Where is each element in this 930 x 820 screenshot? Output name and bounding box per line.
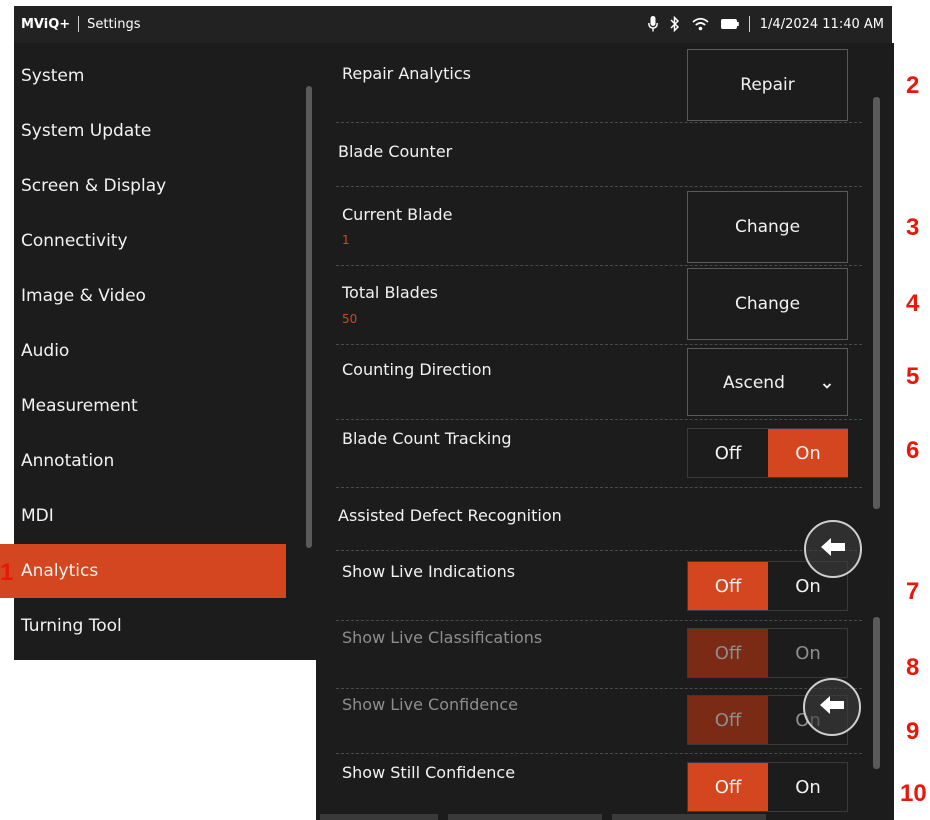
wifi-icon	[692, 17, 709, 31]
settings-scrollbar[interactable]	[873, 97, 880, 509]
row-divider	[336, 688, 862, 689]
sidebar-item-system[interactable]: System	[0, 49, 286, 103]
change-current-blade-button[interactable]: Change	[687, 191, 848, 263]
callout-3: 3	[906, 214, 920, 241]
settings-scrollbar-lower[interactable]	[873, 617, 880, 769]
sidebar-item-label: Image & Video	[21, 286, 146, 306]
show-live-indications-label: Show Live Indications	[342, 562, 516, 581]
show-live-classifications-toggle: Off On	[687, 628, 848, 678]
sidebar-item-label: System Update	[21, 121, 152, 141]
sidebar-item-audio[interactable]: Audio	[0, 324, 286, 378]
blade-count-tracking-label: Blade Count Tracking	[342, 429, 512, 448]
toggle-on-option: On	[795, 642, 821, 664]
sidebar-item-measurement[interactable]: Measurement	[0, 379, 286, 433]
row-divider	[336, 344, 862, 345]
sidebar-scrollbar[interactable]	[306, 86, 312, 548]
show-still-confidence-label: Show Still Confidence	[342, 763, 516, 782]
bluetooth-icon	[670, 16, 680, 32]
current-blade-label: Current Blade	[342, 205, 453, 224]
status-separator	[78, 16, 80, 32]
bottom-tab[interactable]	[448, 814, 602, 820]
back-arrow-icon	[819, 536, 847, 562]
back-arrow-icon	[818, 694, 846, 720]
chevron-down-icon	[822, 375, 832, 395]
toggle-off-option: Off	[688, 696, 768, 744]
back-button-secondary[interactable]	[803, 678, 861, 736]
sidebar-item-image-video[interactable]: Image & Video	[0, 269, 286, 323]
repair-analytics-label: Repair Analytics	[342, 64, 471, 83]
sidebar-item-label: System	[21, 66, 85, 86]
row-divider	[336, 186, 862, 187]
show-live-classifications-label: Show Live Classifications	[342, 628, 543, 647]
sidebar-item-analytics[interactable]: Analytics	[0, 544, 286, 598]
row-divider	[336, 550, 862, 551]
callout-7: 7	[906, 578, 920, 605]
callout-1: 1	[0, 559, 14, 586]
row-divider	[336, 753, 862, 754]
change-total-blades-button[interactable]: Change	[687, 268, 848, 340]
row-divider	[336, 620, 862, 621]
back-button[interactable]	[804, 520, 862, 578]
row-divider	[336, 487, 862, 488]
sidebar-item-label: Audio	[21, 341, 70, 361]
row-divider	[336, 122, 862, 123]
bottom-tab[interactable]	[320, 814, 438, 820]
app-name: MViQ+	[21, 16, 71, 32]
callout-5: 5	[906, 363, 920, 390]
sidebar-item-annotation[interactable]: Annotation	[0, 434, 286, 488]
sidebar-item-label: Turning Tool	[21, 616, 122, 636]
blade-counter-header: Blade Counter	[338, 142, 453, 161]
counting-direction-select[interactable]: Ascend	[687, 348, 848, 416]
sidebar-item-mdi[interactable]: MDI	[0, 489, 286, 543]
show-still-confidence-toggle[interactable]: Off On	[687, 762, 848, 812]
counting-direction-label: Counting Direction	[342, 360, 492, 379]
callout-8: 8	[906, 654, 920, 681]
blade-count-tracking-toggle[interactable]: Off On	[687, 428, 848, 478]
total-blades-value: 50	[342, 312, 358, 326]
row-divider	[336, 419, 862, 420]
show-live-confidence-label: Show Live Confidence	[342, 695, 518, 714]
callout-4: 4	[906, 290, 920, 317]
adr-header: Assisted Defect Recognition	[338, 506, 562, 525]
status-separator	[748, 16, 750, 32]
total-blades-label: Total Blades	[342, 283, 439, 302]
sidebar-item-label: Analytics	[21, 561, 99, 581]
bottom-tab[interactable]	[612, 814, 766, 820]
sidebar-item-label: Connectivity	[21, 231, 128, 251]
status-bar: MViQ+ Settings 1/4/2024 11:40 AM	[14, 6, 892, 43]
toggle-off-option[interactable]: Off	[688, 562, 768, 610]
row-divider	[336, 265, 862, 266]
repair-button[interactable]: Repair	[687, 49, 848, 121]
callout-9: 9	[906, 718, 920, 745]
battery-icon	[720, 19, 739, 29]
sidebar-item-turning-tool[interactable]: Turning Tool	[0, 599, 286, 653]
microphone-icon	[647, 16, 658, 32]
datetime: 1/4/2024 11:40 AM	[759, 16, 884, 32]
toggle-off-option: Off	[688, 629, 768, 677]
callout-2: 2	[906, 72, 920, 99]
sidebar-item-label: MDI	[21, 506, 54, 526]
sidebar-item-label: Annotation	[21, 451, 115, 471]
counting-direction-value: Ascend	[723, 373, 785, 393]
toggle-off-option[interactable]: Off	[688, 763, 768, 811]
toggle-on-option[interactable]: On	[768, 429, 848, 477]
toggle-off-option[interactable]: Off	[688, 429, 768, 477]
sidebar-item-label: Screen & Display	[21, 176, 167, 196]
callout-10: 10	[900, 780, 927, 807]
toggle-on-option[interactable]: On	[768, 763, 848, 811]
sidebar-item-screen-display[interactable]: Screen & Display	[0, 159, 286, 213]
current-blade-value: 1	[342, 233, 350, 247]
sidebar-item-label: Measurement	[21, 396, 138, 416]
sidebar-item-system-update[interactable]: System Update	[0, 104, 286, 158]
sidebar-item-connectivity[interactable]: Connectivity	[0, 214, 286, 268]
screen-title: Settings	[87, 16, 141, 32]
callout-6: 6	[906, 437, 920, 464]
